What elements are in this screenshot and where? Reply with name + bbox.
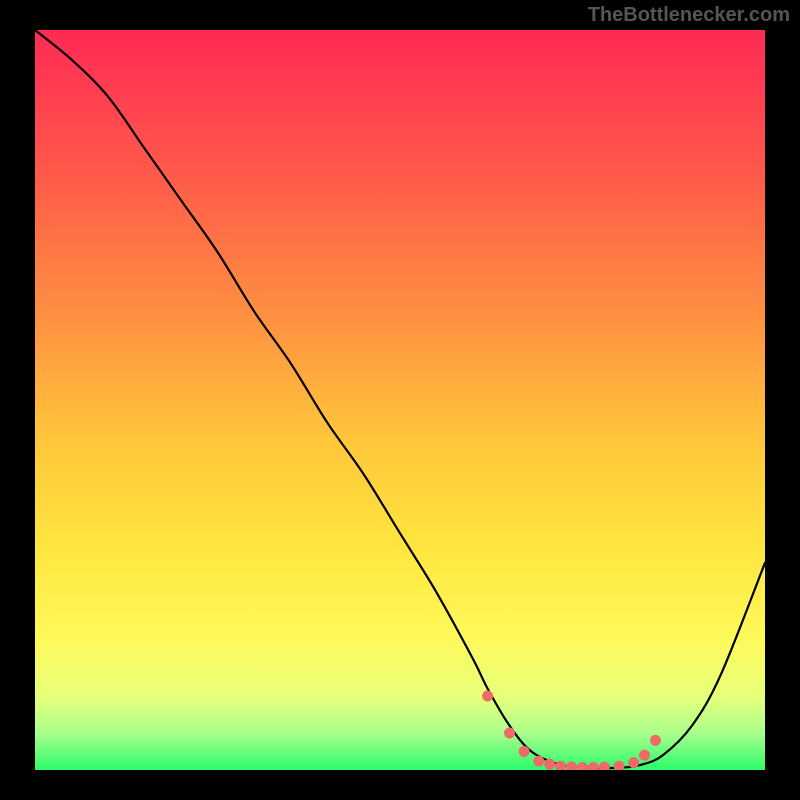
chart-marker-dot [482,691,493,702]
watermark-text: TheBottlenecker.com [588,4,790,27]
chart-marker-dot [519,746,530,757]
chart-marker-dot [639,750,650,761]
chart-svg [35,30,765,770]
chart-marker-dot [650,735,661,746]
chart-plot-area [35,30,765,770]
chart-marker-dot [533,756,544,767]
chart-marker-dot [628,757,639,768]
chart-marker-dot [504,728,515,739]
chart-marker-dot [544,759,555,770]
chart-background [35,30,765,770]
